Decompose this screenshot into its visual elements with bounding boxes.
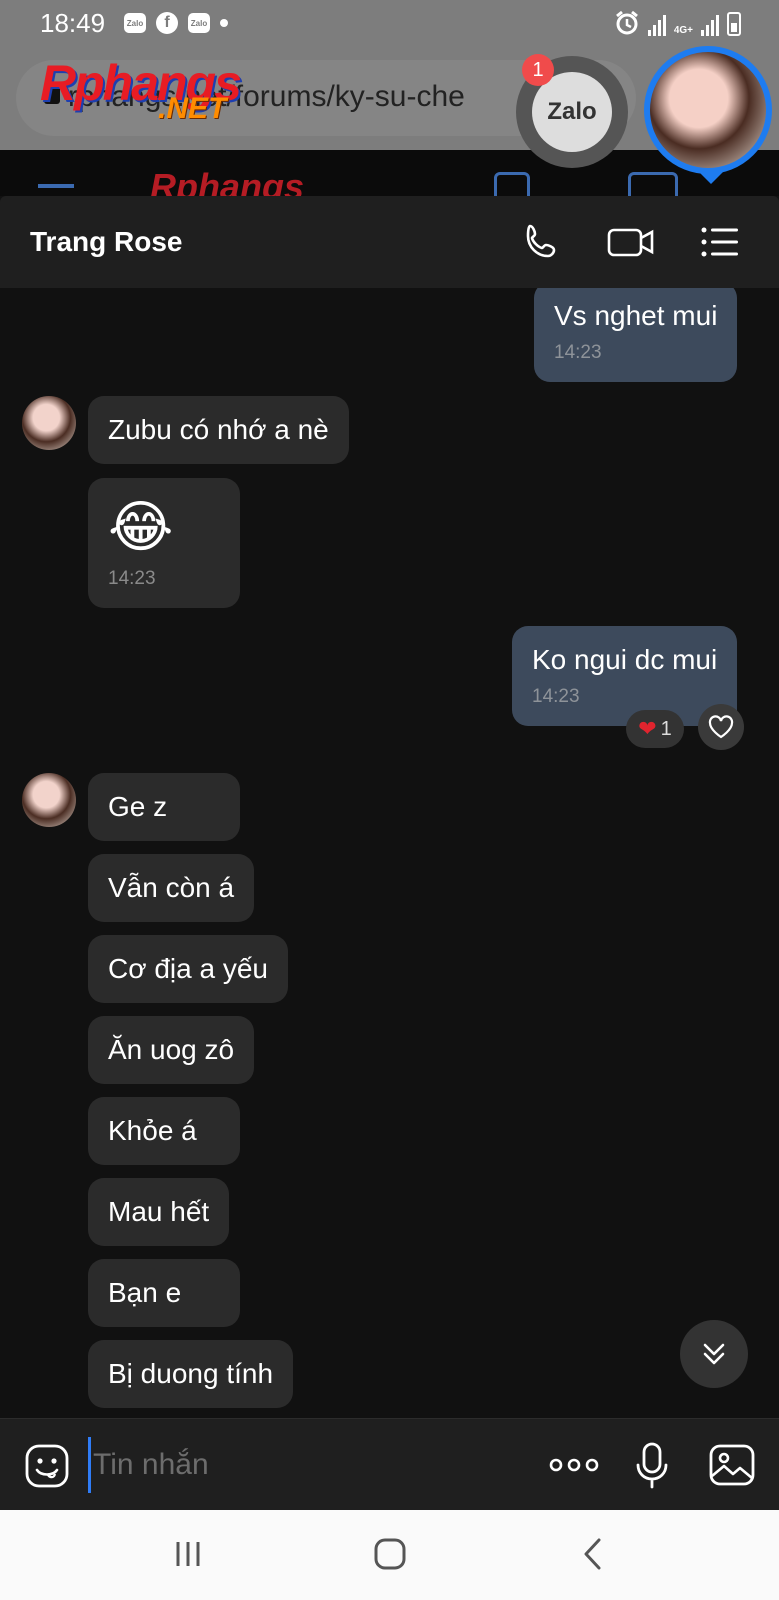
- message-text: Ko ngui dc mui: [532, 644, 718, 675]
- message-bubble-outgoing[interactable]: Vs nghet mui 14:23: [534, 288, 738, 382]
- contact-chat-head-avatar[interactable]: [644, 46, 772, 174]
- site-header-strip: Rphangs: [0, 150, 779, 196]
- message-text: Mau hết: [108, 1196, 210, 1227]
- message-bubble-incoming[interactable]: Ge z: [88, 773, 240, 841]
- video-call-icon[interactable]: [606, 220, 656, 264]
- more-options-icon[interactable]: [548, 1457, 600, 1473]
- cart-icon[interactable]: [628, 172, 678, 196]
- voice-call-icon[interactable]: [520, 220, 564, 264]
- tears-of-joy-emoji-icon: 😂: [108, 495, 174, 558]
- mail-icon[interactable]: [494, 172, 530, 196]
- message-input[interactable]: Tin nhắn: [88, 1437, 508, 1493]
- heart-outline-icon: [708, 715, 734, 739]
- more-notifications-dot-icon: [220, 19, 228, 27]
- network-type: 4G+: [673, 25, 693, 36]
- home-icon: [374, 1538, 406, 1570]
- message-composer: Tin nhắn: [0, 1418, 779, 1510]
- battery-icon: [727, 12, 741, 36]
- unread-badge: 1: [522, 54, 554, 86]
- recent-apps-button[interactable]: [158, 1534, 218, 1574]
- add-reaction-button[interactable]: [698, 704, 744, 750]
- message-bubble-incoming[interactable]: Mau hết: [88, 1178, 230, 1246]
- message-bubble-incoming[interactable]: Khỏe á: [88, 1097, 240, 1165]
- message-bubble-incoming[interactable]: Zubu có nhớ a nè: [88, 396, 349, 464]
- zalo-notification-icon-2: Zalo: [188, 13, 210, 33]
- facebook-notification-icon: f: [156, 12, 178, 34]
- alarm-icon: [615, 10, 638, 35]
- message-bubble-incoming[interactable]: Cơ địa a yếu: [88, 935, 289, 1003]
- reaction-summary[interactable]: ❤ 1: [626, 710, 684, 748]
- message-time: 14:23: [108, 568, 156, 589]
- message-list[interactable]: Vs nghet mui 14:23 Zubu có nhớ a nè 😂 14…: [0, 288, 779, 1418]
- signal-bars-icon: [647, 14, 666, 36]
- system-status-icons: 4G+: [614, 10, 741, 36]
- status-bar: 18:49 Zalo f Zalo 4G+: [0, 0, 779, 46]
- message-text: Cơ địa a yếu: [108, 953, 269, 984]
- signal-bars-icon-2: [701, 14, 719, 36]
- system-navigation-bar: [0, 1510, 779, 1600]
- home-button[interactable]: [360, 1534, 420, 1574]
- message-time: 14:23: [554, 342, 602, 363]
- reaction-count: 1: [660, 717, 672, 740]
- message-time: 14:23: [532, 686, 580, 707]
- message-bubble-incoming[interactable]: Bạn e: [88, 1259, 240, 1327]
- scroll-to-bottom-button[interactable]: [680, 1320, 748, 1388]
- message-text: Zubu có nhớ a nè: [108, 414, 329, 445]
- message-text: Vs nghet mui: [554, 300, 718, 331]
- message-text: Bạn e: [108, 1277, 182, 1308]
- back-chevron-icon: [584, 1538, 601, 1570]
- recent-apps-icon: [176, 1542, 200, 1566]
- back-button[interactable]: [562, 1534, 622, 1574]
- chat-header: Trang Rose: [0, 196, 779, 288]
- site-logo: Rphangs .NET: [40, 56, 242, 124]
- site-logo-suffix: .NET: [158, 92, 227, 125]
- contact-name: Trang Rose: [30, 226, 183, 257]
- message-bubble-incoming[interactable]: 😂 14:23: [88, 478, 240, 608]
- message-bubble-incoming[interactable]: Bị duong tính: [88, 1340, 294, 1408]
- chat-head-pointer: [697, 170, 725, 184]
- contact-avatar[interactable]: [22, 773, 76, 827]
- zalo-notification-icon: Zalo: [124, 13, 146, 33]
- double-chevron-down-icon: [703, 1343, 725, 1365]
- zalo-chat-head[interactable]: Zalo 1: [516, 54, 628, 168]
- notification-icons: Zalo f Zalo: [124, 12, 228, 34]
- microphone-icon[interactable]: [634, 1441, 670, 1491]
- message-text: Bị duong tính: [108, 1358, 274, 1389]
- contact-avatar[interactable]: [22, 396, 76, 450]
- site-menu-icon[interactable]: [38, 184, 74, 188]
- heart-reaction-icon: ❤: [638, 716, 657, 741]
- chat-options-icon[interactable]: [698, 220, 742, 264]
- sticker-emoji-icon[interactable]: [24, 1443, 70, 1489]
- image-gallery-icon[interactable]: [708, 1443, 756, 1487]
- status-time: 18:49: [40, 8, 106, 38]
- message-text: Vẫn còn á: [108, 872, 235, 903]
- message-text: Khỏe á: [108, 1115, 197, 1146]
- message-bubble-incoming[interactable]: Ăn uog zô: [88, 1016, 255, 1084]
- message-text: Ge z: [108, 791, 168, 822]
- site-logo-small: Rphangs: [150, 166, 305, 196]
- message-text: Ăn uog zô: [108, 1034, 235, 1065]
- message-bubble-incoming[interactable]: Vẫn còn á: [88, 854, 255, 922]
